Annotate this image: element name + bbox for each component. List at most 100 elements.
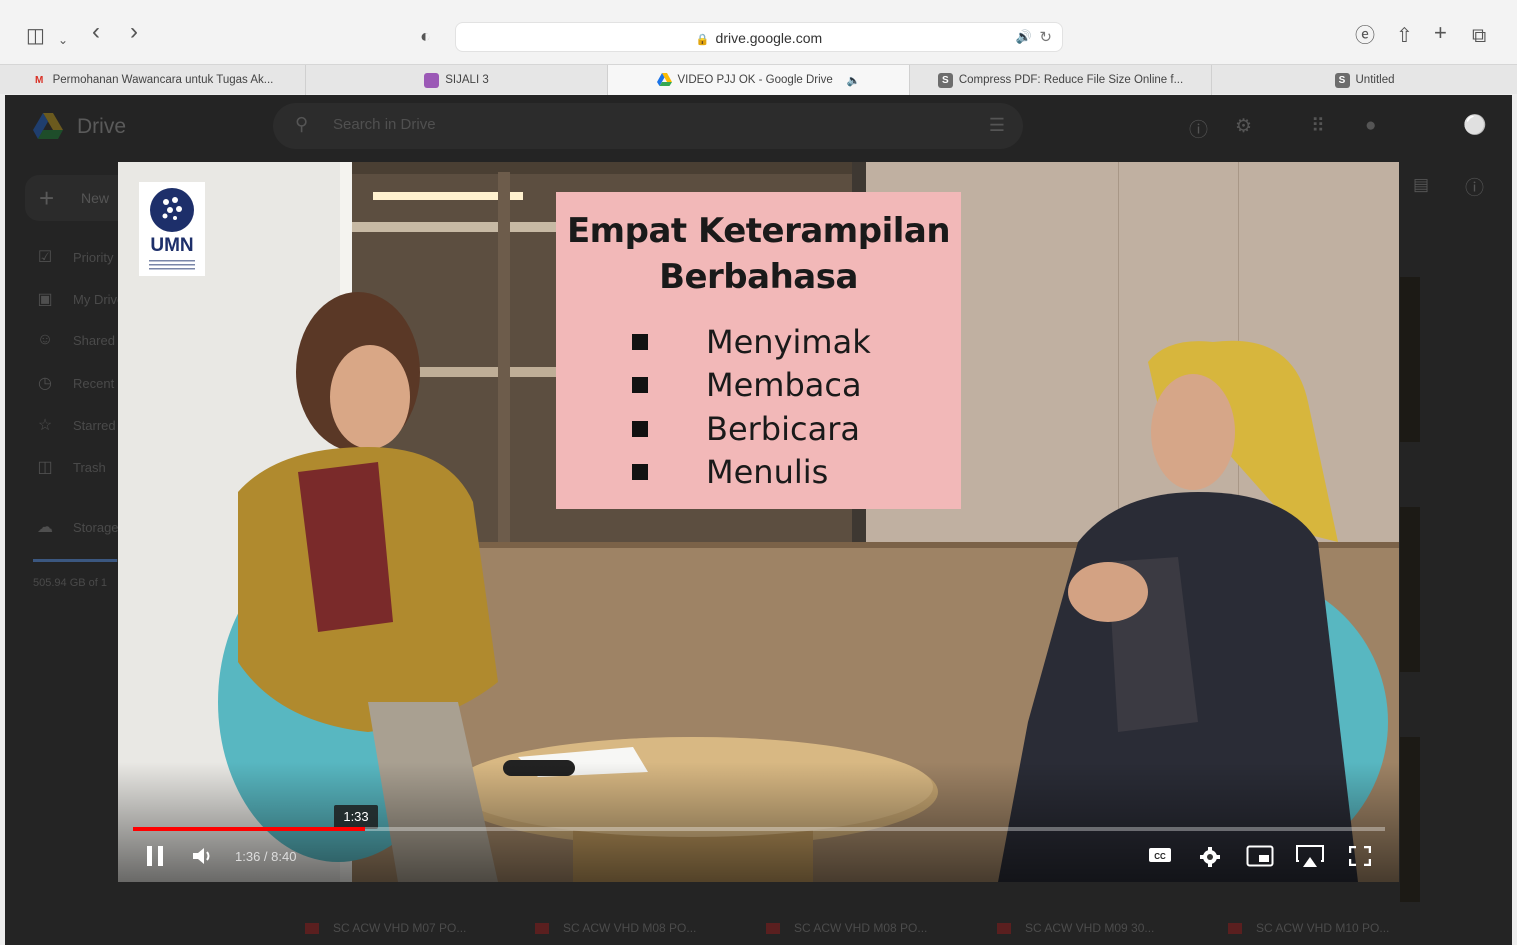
gmail-icon: M — [34, 74, 44, 86]
s-icon: S — [937, 72, 953, 88]
volume-button[interactable] — [192, 846, 214, 871]
account-icon[interactable]: ● — [1365, 115, 1376, 137]
pause-button[interactable] — [146, 845, 164, 872]
url-text: drive.google.com — [715, 30, 823, 46]
sidebar-toggle-icon[interactable]: ◫ — [26, 26, 45, 46]
address-bar[interactable]: 🔒 drive.google.com 🔊 ↻ — [455, 22, 1063, 52]
list-item: Menulis — [632, 451, 871, 495]
tab-overview-icon[interactable]: ⧉ — [1472, 26, 1486, 46]
tab-bar: M Permohanan Wawancara untuk Tugas Ak...… — [0, 64, 1517, 95]
video-file-icon — [997, 922, 1011, 934]
list-view-icon[interactable]: ▤ — [1413, 175, 1429, 195]
sidebar-item-recent[interactable]: ◷ Recent — [35, 373, 114, 393]
video-file-icon — [1228, 922, 1242, 934]
umn-logo: UMN — [139, 182, 205, 276]
star-icon: ☆ — [37, 417, 53, 434]
tab-label: Untitled — [1355, 74, 1395, 86]
video-player[interactable]: UMN Empat Keterampilan Berbahasa Menyima… — [118, 162, 1399, 882]
plus-icon: + — [39, 183, 55, 213]
tab-audio-icon[interactable]: 🔈 — [847, 74, 861, 87]
video-file-icon — [535, 922, 549, 934]
sidebar-item-storage[interactable]: ☁ Storage — [35, 517, 119, 537]
file-thumbnail[interactable] — [1400, 277, 1420, 442]
sidebar-item-my-drive[interactable]: ▣ My Drive — [35, 289, 124, 309]
help-icon[interactable]: ⓘ — [1189, 115, 1208, 142]
drive-title: Drive — [77, 115, 127, 138]
file-item[interactable]: SC ACW VHD M10 PO... — [1228, 921, 1389, 935]
sidebar-item-priority[interactable]: ☑ Priority — [35, 247, 114, 267]
bullet-square — [632, 377, 648, 394]
tab-untitled[interactable]: S Untitled — [1212, 65, 1517, 95]
miniplayer-button[interactable] — [1246, 845, 1274, 872]
back-button[interactable]: ‹ — [92, 20, 100, 44]
umn-subtitle-marks — [149, 260, 195, 270]
people-icon: ☺ — [36, 331, 54, 348]
bullet-square — [632, 420, 648, 437]
file-item[interactable]: SC ACW VHD M09 30... — [997, 921, 1154, 935]
video-file-icon — [766, 922, 780, 934]
list-item: Berbicara — [632, 407, 871, 451]
file-thumbnail[interactable] — [1400, 507, 1420, 672]
sidebar-item-starred[interactable]: ☆ Starred — [35, 415, 116, 435]
slide-title: Empat Keterampilan Berbahasa — [556, 208, 961, 300]
trash-icon: ◫ — [37, 459, 53, 476]
screen: ◫ ⌄ ‹ › ◐ 🔒 drive.google.com 🔊 ↻ ⓔ ⇧ + ⧉ … — [0, 0, 1517, 945]
reload-icon[interactable]: ↻ — [1039, 28, 1052, 46]
slide-title-line-2: Berbahasa — [659, 257, 858, 297]
bullet-square — [632, 333, 648, 350]
browser-toolbar: ◫ ⌄ ‹ › ◐ 🔒 drive.google.com 🔊 ↻ ⓔ ⇧ + ⧉ — [0, 0, 1517, 64]
progress-bar[interactable] — [133, 827, 1385, 831]
tab-compress-pdf[interactable]: S Compress PDF: Reduce File Size Online … — [910, 65, 1212, 95]
search-icon: ⚲ — [295, 114, 309, 134]
file-thumbnail[interactable] — [1400, 737, 1420, 902]
filter-icon[interactable]: ☰ — [989, 115, 1005, 136]
umn-logo-text: UMN — [150, 235, 194, 256]
drive-icon: ▣ — [37, 291, 53, 308]
bullet-square — [632, 464, 648, 481]
forward-button[interactable]: › — [130, 20, 138, 44]
avatar[interactable]: ⚪ — [1463, 113, 1487, 137]
slide-card: Empat Keterampilan Berbahasa Menyimak Me… — [556, 192, 961, 509]
google-drive-logo — [33, 113, 63, 139]
slide-title-line-1: Empat Keterampilan — [566, 211, 951, 251]
download-icon[interactable]: ⓔ — [1355, 26, 1375, 46]
tab-google-drive[interactable]: VIDEO PJJ OK - Google Drive 🔈 — [608, 65, 910, 95]
cloud-icon: ☁ — [37, 519, 53, 536]
search-placeholder: Search in Drive — [333, 116, 436, 133]
sidebar-item-shared[interactable]: ☺ Shared — [35, 331, 115, 349]
share-icon[interactable]: ⇧ — [1396, 26, 1413, 46]
airplay-button[interactable] — [1295, 844, 1325, 873]
clock-icon: ◷ — [38, 375, 52, 392]
file-item[interactable]: SC ACW VHD M08 PO... — [535, 921, 696, 935]
new-tab-button[interactable]: + — [1434, 22, 1447, 44]
settings-gear-icon[interactable] — [1199, 846, 1221, 873]
info-icon[interactable]: ⓘ — [1465, 173, 1484, 200]
tab-sijali[interactable]: SIJALI 3 — [306, 65, 608, 95]
skills-list: Menyimak Membaca Berbicara Menulis — [632, 320, 871, 494]
drive-search[interactable]: ⚲ Search in Drive ☰ — [273, 103, 1023, 149]
seek-tooltip: 1:33 — [334, 805, 378, 829]
list-item: Membaca — [632, 364, 871, 408]
drive-header: Drive ⚲ Search in Drive ☰ ⓘ ⚙ ⠿ ● ⚪ — [5, 95, 1512, 157]
storage-text: 505.94 GB of 1 — [33, 577, 107, 589]
check-icon: ☑ — [37, 249, 53, 266]
list-item: Menyimak — [632, 320, 871, 364]
tab-gmail[interactable]: M Permohanan Wawancara untuk Tugas Ak... — [0, 65, 306, 95]
fullscreen-button[interactable] — [1348, 845, 1372, 871]
chevron-down-icon[interactable]: ⌄ — [58, 30, 68, 50]
file-item[interactable]: SC ACW VHD M08 PO... — [766, 921, 927, 935]
file-item[interactable]: SC ACW VHD M07 PO... — [305, 921, 466, 935]
captions-button[interactable]: CC — [1148, 846, 1172, 869]
lock-icon: 🔒 — [695, 34, 710, 46]
tab-label: Permohanan Wawancara untuk Tugas Ak... — [52, 74, 274, 86]
video-file-icon — [305, 922, 319, 934]
umn-emblem — [150, 188, 194, 232]
google-drive-icon — [656, 72, 672, 88]
time-display: 1:36 / 8:40 — [235, 849, 297, 864]
apps-grid-icon[interactable]: ⠿ — [1311, 115, 1325, 138]
sidebar-item-trash[interactable]: ◫ Trash — [35, 457, 105, 477]
gear-icon[interactable]: ⚙ — [1235, 115, 1252, 138]
new-label: New — [81, 190, 110, 206]
speaker-icon[interactable]: 🔊 — [1016, 29, 1032, 45]
privacy-shield-icon[interactable]: ◐ — [420, 26, 431, 46]
